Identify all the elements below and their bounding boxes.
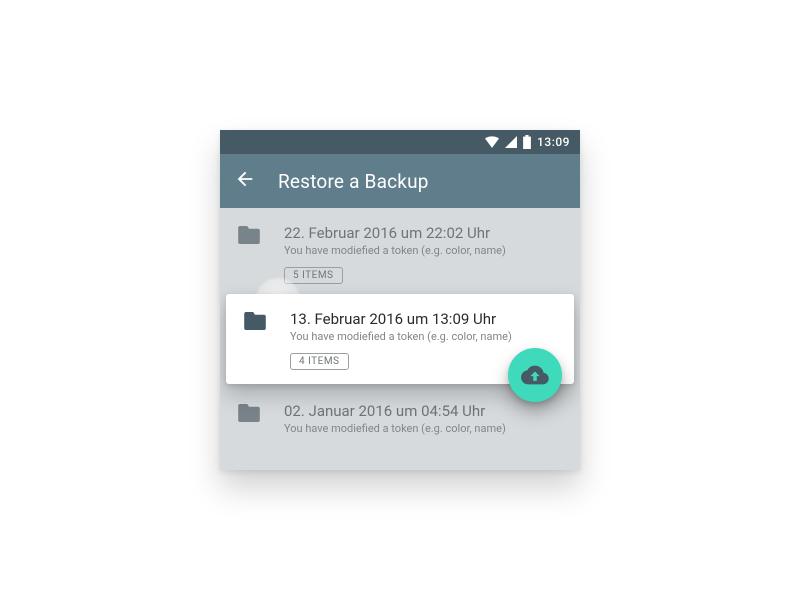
backup-list: 22. Februar 2016 um 22:02 Uhr You have m… (220, 208, 580, 445)
folder-drive-icon (244, 310, 268, 334)
cellular-icon (505, 136, 517, 148)
backup-item-subtitle: You have modiefied a token (e.g. color, … (290, 330, 556, 343)
app-bar: Restore a Backup (220, 154, 580, 208)
backup-item-subtitle: You have modiefied a token (e.g. color, … (284, 244, 562, 257)
back-arrow-icon[interactable] (234, 168, 256, 194)
backup-item-count-chip: 4 ITEMS (290, 353, 349, 370)
backup-item-title: 13. Februar 2016 um 13:09 Uhr (290, 310, 556, 328)
page-title: Restore a Backup (278, 170, 429, 193)
status-bar: 13:09 (220, 130, 580, 154)
folder-drive-icon (238, 224, 262, 248)
cloud-upload-icon (521, 361, 549, 389)
battery-icon (523, 135, 531, 149)
wifi-icon (485, 136, 499, 148)
backup-item-subtitle: You have modiefied a token (e.g. color, … (284, 422, 562, 435)
backup-item-title: 02. Januar 2016 um 04:54 Uhr (284, 402, 562, 420)
device-frame: 13:09 Restore a Backup 22. Februar 2016 … (220, 130, 580, 470)
folder-drive-icon (238, 402, 262, 426)
status-bar-clock: 13:09 (537, 135, 570, 149)
upload-fab[interactable] (508, 348, 562, 402)
backup-item-title: 22. Februar 2016 um 22:02 Uhr (284, 224, 562, 242)
